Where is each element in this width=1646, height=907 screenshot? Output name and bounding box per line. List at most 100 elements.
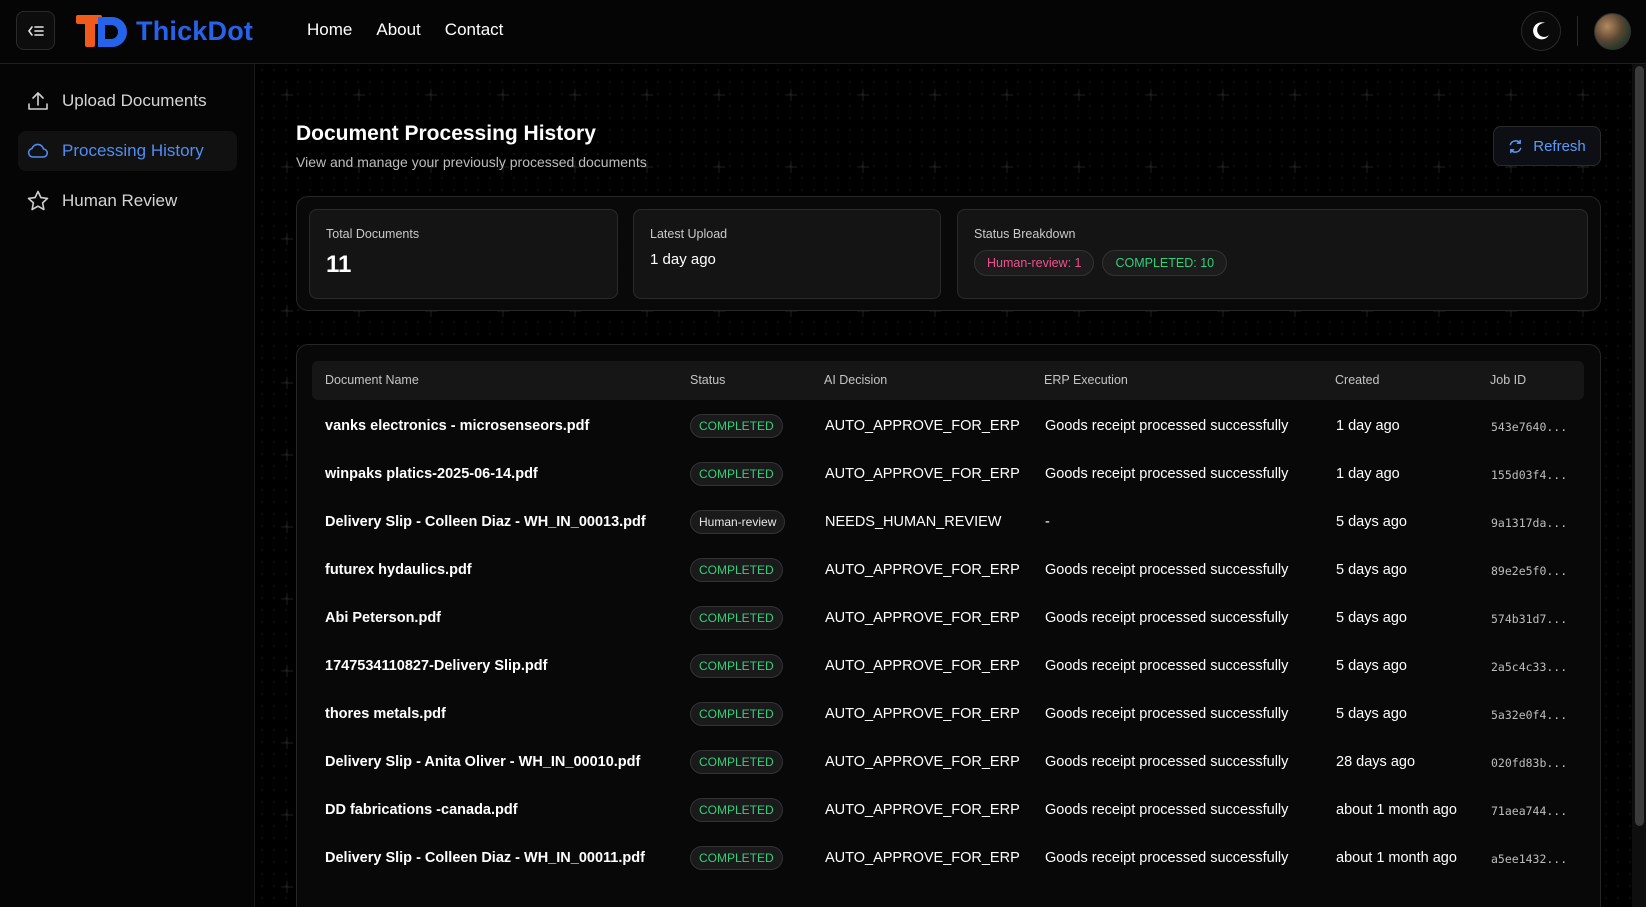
human-review-count-badge: Human-review: 1 — [974, 250, 1095, 276]
column-header-erp-execution[interactable]: ERP Execution — [1044, 373, 1128, 387]
status-badge: COMPLETED — [690, 558, 783, 582]
sidebar-item-processing-history[interactable]: Processing History — [18, 131, 237, 171]
sidebar-item-label: Human Review — [62, 191, 178, 210]
status-badge: Human-review — [690, 510, 786, 534]
created-time: about 1 month ago — [1336, 850, 1457, 866]
total-documents-label: Total Documents — [326, 227, 420, 241]
main-nav: Home About Contact — [307, 20, 503, 40]
table-row[interactable]: 1747534110827-Delivery Slip.pdf COMPLETED… — [297, 643, 1602, 691]
refresh-label: Refresh — [1533, 137, 1586, 155]
upload-icon — [26, 89, 50, 113]
status-badge: COMPLETED — [690, 750, 783, 774]
status-badge: COMPLETED — [690, 654, 783, 678]
status-badge: COMPLETED — [690, 414, 783, 438]
document-name[interactable]: DD fabrications -canada.pdf — [325, 802, 518, 818]
status-badge: COMPLETED — [690, 606, 783, 630]
column-header-ai-decision[interactable]: AI Decision — [824, 373, 887, 387]
created-time: 5 days ago — [1336, 610, 1407, 626]
column-header-status[interactable]: Status — [690, 373, 725, 387]
ai-decision: NEEDS_HUMAN_REVIEW — [825, 514, 1002, 530]
ai-decision: AUTO_APPROVE_FOR_ERP — [825, 658, 1020, 674]
document-name[interactable]: 1747534110827-Delivery Slip.pdf — [325, 658, 547, 674]
ai-decision: AUTO_APPROVE_FOR_ERP — [825, 706, 1020, 722]
table-header: Document Name Status AI Decision ERP Exe… — [312, 361, 1584, 400]
theme-toggle-button[interactable] — [1521, 11, 1561, 51]
erp-execution: Goods receipt processed successfully — [1045, 610, 1289, 626]
cloud-icon — [26, 139, 50, 163]
table-row[interactable]: Abi Peterson.pdf COMPLETED AUTO_APPROVE_FO… — [297, 595, 1602, 643]
job-id: 71aea744... — [1491, 804, 1568, 818]
status-badge: COMPLETED — [690, 798, 783, 822]
created-time: 5 days ago — [1336, 658, 1407, 674]
created-time: 5 days ago — [1336, 514, 1407, 530]
refresh-button[interactable]: Refresh — [1493, 126, 1601, 166]
created-time: 5 days ago — [1336, 706, 1407, 722]
nav-about[interactable]: About — [376, 20, 420, 40]
nav-contact[interactable]: Contact — [445, 20, 504, 40]
erp-execution: Goods receipt processed successfully — [1045, 418, 1289, 434]
job-id: 5a32e0f4... — [1491, 708, 1568, 722]
status-breakdown-label: Status Breakdown — [974, 227, 1076, 241]
page-title: Document Processing History — [296, 122, 596, 145]
latest-upload-label: Latest Upload — [650, 227, 728, 241]
latest-upload-value: 1 day ago — [650, 251, 716, 268]
sidebar-item-label: Processing History — [62, 141, 204, 160]
user-avatar[interactable] — [1594, 13, 1631, 50]
scrollbar-thumb[interactable] — [1635, 66, 1644, 826]
document-name[interactable]: Abi Peterson.pdf — [325, 610, 441, 626]
column-header-created[interactable]: Created — [1335, 373, 1379, 387]
brand-name: ThickDot — [136, 15, 254, 46]
table-row[interactable]: futurex hydaulics.pdf COMPLETED AUTO_APPRO… — [297, 547, 1602, 595]
document-name[interactable]: winpaks platics-2025-06-14.pdf — [325, 466, 538, 482]
table-row[interactable]: Delivery Slip - Anita Oliver - WH_IN_000… — [297, 739, 1602, 787]
ai-decision: AUTO_APPROVE_FOR_ERP — [825, 418, 1020, 434]
erp-execution: Goods receipt processed successfully — [1045, 562, 1289, 578]
job-id: 574b31d7... — [1491, 612, 1568, 626]
job-id: 543e7640... — [1491, 420, 1568, 434]
status-badges: Human-review: 1 COMPLETED: 10 — [974, 250, 1571, 276]
page-scrollbar[interactable] — [1632, 64, 1646, 907]
brand-logo[interactable]: ThickDot — [76, 14, 253, 48]
top-header: ThickDot Home About Contact — [0, 0, 1646, 64]
nav-home[interactable]: Home — [307, 20, 352, 40]
status-badge: COMPLETED — [690, 462, 783, 486]
ai-decision: AUTO_APPROVE_FOR_ERP — [825, 850, 1020, 866]
table-row[interactable]: vanks electronics - microsenseors.pdf COM… — [297, 403, 1602, 451]
erp-execution: Goods receipt processed successfully — [1045, 802, 1289, 818]
sidebar-item-human-review[interactable]: Human Review — [18, 181, 237, 221]
document-name[interactable]: thores metals.pdf — [325, 706, 446, 722]
sidebar-collapse-button[interactable] — [16, 11, 55, 50]
column-header-document-name[interactable]: Document Name — [325, 373, 419, 387]
ai-decision: AUTO_APPROVE_FOR_ERP — [825, 802, 1020, 818]
star-icon — [26, 189, 50, 213]
table-row[interactable]: thores metals.pdf COMPLETED AUTO_APPROVE_F… — [297, 691, 1602, 739]
refresh-icon — [1509, 139, 1522, 153]
collapse-sidebar-icon — [27, 25, 44, 36]
table-row[interactable]: Delivery Slip - Colleen Diaz - WH_IN_000… — [297, 835, 1602, 883]
header-divider — [1577, 16, 1578, 46]
document-name[interactable]: Delivery Slip - Colleen Diaz - WH_IN_000… — [325, 514, 646, 530]
table-row[interactable]: winpaks platics-2025-06-14.pdf COMPLETED A… — [297, 451, 1602, 499]
job-id: 9a1317da... — [1491, 516, 1568, 530]
created-time: 1 day ago — [1336, 466, 1400, 482]
job-id: a5ee1432... — [1491, 852, 1568, 866]
document-name[interactable]: Delivery Slip - Colleen Diaz - WH_IN_000… — [325, 850, 645, 866]
erp-execution: Goods receipt processed successfully — [1045, 754, 1289, 770]
completed-count-badge: COMPLETED: 10 — [1102, 250, 1228, 276]
job-id: 155d03f4... — [1491, 468, 1568, 482]
table-row[interactable]: Delivery Slip - Colleen Diaz - WH_IN_000… — [297, 499, 1602, 547]
sidebar-item-upload-documents[interactable]: Upload Documents — [18, 81, 237, 121]
document-name[interactable]: Delivery Slip - Anita Oliver - WH_IN_000… — [325, 754, 640, 770]
stats-panel: Total Documents 11 Latest Upload 1 day a… — [296, 196, 1601, 311]
created-time: 28 days ago — [1336, 754, 1416, 770]
ai-decision: AUTO_APPROVE_FOR_ERP — [825, 466, 1020, 482]
moon-icon — [1533, 22, 1549, 40]
table-row[interactable]: DD fabrications -canada.pdf COMPLETED AUTO… — [297, 787, 1602, 835]
erp-execution: - — [1045, 514, 1050, 530]
erp-execution: Goods receipt processed successfully — [1045, 658, 1289, 674]
document-name[interactable]: futurex hydaulics.pdf — [325, 562, 472, 578]
column-header-job-id[interactable]: Job ID — [1490, 373, 1526, 387]
ai-decision: AUTO_APPROVE_FOR_ERP — [825, 754, 1020, 770]
created-time: 5 days ago — [1336, 562, 1407, 578]
document-name[interactable]: vanks electronics - microsenseors.pdf — [325, 418, 589, 434]
